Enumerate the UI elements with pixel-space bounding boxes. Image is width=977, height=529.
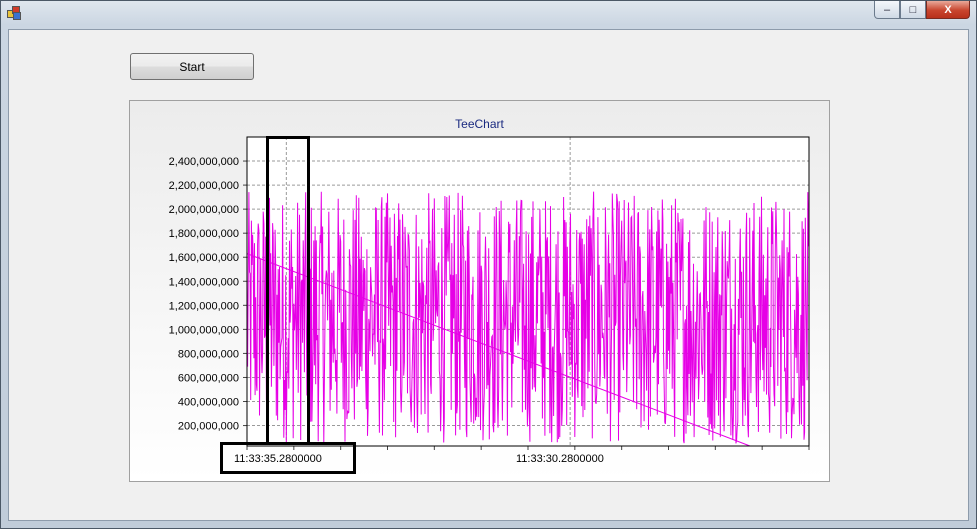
- y-axis-tick-label: 1,800,000,000: [169, 228, 239, 240]
- highlight-box-series: [266, 136, 310, 445]
- start-button[interactable]: Start: [130, 53, 254, 80]
- chart-plot[interactable]: 200,000,000 400,000,000 600,000,000 800,000…: [130, 101, 829, 481]
- y-axis-tick-label: 2,000,000,000: [169, 204, 239, 216]
- maximize-button[interactable]: □: [900, 1, 926, 19]
- y-axis-tick-label: 800,000,000: [178, 348, 239, 360]
- x-axis-tick-label-left: 11:33:35.2800000: [234, 453, 322, 465]
- teechart-panel[interactable]: TeeChart 200,000,000 400,000,000 600,000,0…: [129, 100, 830, 482]
- y-axis-tick-label: 2,200,000,000: [169, 180, 239, 192]
- y-axis-tick-label: 400,000,000: [178, 397, 239, 409]
- title-bar[interactable]: – □ X: [1, 1, 976, 25]
- y-axis-tick-label: 200,000,000: [178, 421, 239, 433]
- y-axis-tick-label: 1,600,000,000: [169, 252, 239, 264]
- y-axis-tick-label: 2,400,000,000: [169, 156, 239, 168]
- y-axis-tick-label: 1,400,000,000: [169, 276, 239, 288]
- form-client-area: Start TeeChart 200,000,000 400,000,000 600…: [8, 29, 969, 521]
- app-icon: [7, 6, 21, 20]
- minimize-button[interactable]: –: [874, 1, 900, 19]
- y-axis-tick-label: 600,000,000: [178, 372, 239, 384]
- y-axis-tick-label: 1,200,000,000: [169, 300, 239, 312]
- app-window: – □ X Start TeeChart 200,000,000 400,000,…: [0, 0, 977, 529]
- close-button[interactable]: X: [926, 1, 970, 19]
- x-axis-tick-label-middle: 11:33:30.2800000: [516, 453, 604, 465]
- y-axis-tick-label: 1,000,000,000: [169, 324, 239, 336]
